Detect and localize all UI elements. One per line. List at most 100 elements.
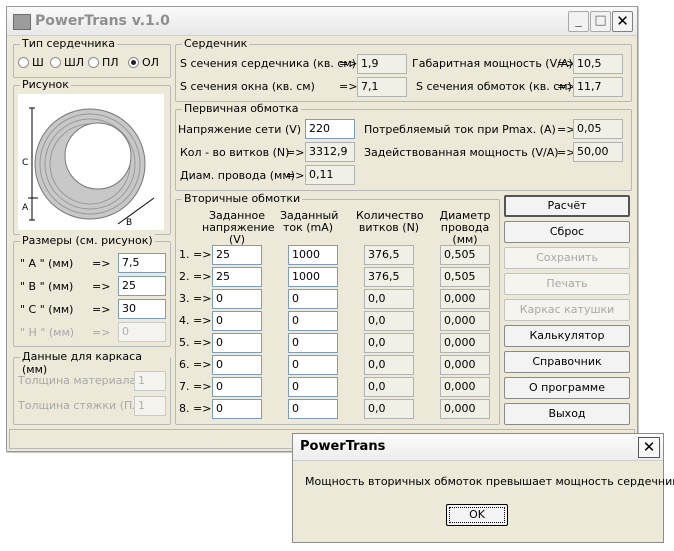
main-window: PowerTrans v.1.0 _ □ ✕ Тип сердечника Ш … (6, 6, 638, 452)
tie-thickness-input[interactable]: 1 (134, 396, 166, 416)
used-power-output: 50,00 (573, 142, 623, 162)
secondary-windings-group: Вторичные обмотки Заданное напряжение (V… (175, 192, 500, 425)
primary-winding-title: Первичная обмотка (182, 102, 301, 115)
core-type-group: Тип сердечника Ш ШЛ ПЛ ОЛ (13, 37, 171, 78)
row-5-diameter-output: 0,000 (440, 333, 490, 353)
radio-ol[interactable] (128, 57, 139, 68)
dimension-a-label: А (22, 203, 29, 213)
row-6-diameter-output: 0,000 (440, 355, 490, 375)
core-section-label: S сечения сердечника (кв. см) (180, 57, 356, 70)
dimensions-group: Размеры (см. рисунок) " А " (мм) => 7,5 … (13, 234, 171, 347)
dim-h-label: " Н " (мм) (20, 326, 75, 339)
maximize-button[interactable]: □ (590, 11, 611, 32)
row-6-number: 6. => (179, 358, 212, 371)
material-thickness-label: Толщина материала (18, 374, 137, 387)
reset-button[interactable]: Сброс (504, 221, 630, 243)
window-section-arrow: => (339, 80, 358, 93)
radio-ol-label: ОЛ (142, 56, 159, 69)
row-4-turns-output: 0,0 (364, 311, 414, 331)
primary-turns-arrow: => (286, 146, 305, 159)
radio-sh[interactable] (18, 57, 29, 68)
radio-shl[interactable] (50, 57, 61, 68)
window-title: PowerTrans v.1.0 (35, 13, 170, 29)
dimension-c-label: С (22, 158, 29, 168)
reference-button[interactable]: Справочник (504, 351, 630, 373)
bobbin-button[interactable]: Каркас катушки (504, 299, 630, 321)
core-group: Сердечник S сечения сердечника (кв. см) … (175, 37, 632, 102)
dim-h-arrow: => (92, 326, 111, 339)
dimensions-title: Размеры (см. рисунок) (20, 234, 155, 247)
row-8-diameter-output: 0,000 (440, 399, 490, 419)
row-4-diameter-output: 0,000 (440, 311, 490, 331)
dim-a-input[interactable]: 7,5 (118, 253, 166, 273)
title-bar[interactable]: PowerTrans v.1.0 _ □ ✕ (7, 7, 637, 36)
close-icon: ✕ (616, 12, 629, 30)
row-3-diameter-output: 0,000 (440, 289, 490, 309)
row-5-current-input[interactable]: 0 (288, 333, 338, 353)
core-type-title: Тип сердечника (20, 37, 117, 50)
row-6-current-input[interactable]: 0 (288, 355, 338, 375)
secondary-windings-title: Вторичные обмотки (182, 192, 303, 205)
window-section-label: S сечения окна (кв. см) (180, 80, 315, 93)
dim-b-arrow: => (92, 280, 111, 293)
minimize-button[interactable]: _ (568, 11, 589, 32)
windings-section-output: 11,7 (573, 77, 623, 97)
row-7-voltage-input[interactable]: 0 (212, 377, 262, 397)
primary-wire-arrow: => (286, 169, 305, 182)
calculator-button[interactable]: Калькулятор (504, 325, 630, 347)
dim-c-input[interactable]: 30 (118, 299, 166, 319)
radio-pl[interactable] (88, 57, 99, 68)
windings-section-label: S сечения обмоток (кв. см) (416, 80, 572, 93)
row-8-voltage-input[interactable]: 0 (212, 399, 262, 419)
row-5-turns-output: 0,0 (364, 333, 414, 353)
dialog-close-button[interactable]: ✕ (638, 437, 660, 458)
row-7-current-input[interactable]: 0 (288, 377, 338, 397)
radio-shl-label: ШЛ (64, 56, 85, 69)
core-title: Сердечник (182, 37, 250, 50)
row-4-voltage-input[interactable]: 0 (212, 311, 262, 331)
core-section-arrow: => (339, 57, 358, 70)
row-5-voltage-input[interactable]: 0 (212, 333, 262, 353)
dim-b-label: " В " (мм) (20, 280, 74, 293)
radio-sh-label: Ш (32, 56, 44, 69)
row-8-current-input[interactable]: 0 (288, 399, 338, 419)
row-4-current-input[interactable]: 0 (288, 311, 338, 331)
dim-a-arrow: => (92, 257, 111, 270)
overall-power-label: Габаритная мощность (V/A) (412, 57, 573, 70)
row-3-current-input[interactable]: 0 (288, 289, 338, 309)
row-2-number: 2. => (179, 270, 212, 283)
close-icon: ✕ (642, 438, 656, 456)
exit-button[interactable]: Выход (504, 403, 630, 425)
minimize-icon: _ (575, 13, 582, 28)
about-button[interactable]: О программе (504, 377, 630, 399)
dialog-title-bar[interactable]: PowerTrans ✕ (293, 434, 663, 461)
save-button[interactable]: Сохранить (504, 247, 630, 269)
dim-h-input[interactable]: 0 (118, 322, 166, 342)
row-1-current-input[interactable]: 1000 (288, 245, 338, 265)
dim-c-arrow: => (92, 303, 111, 316)
row-3-voltage-input[interactable]: 0 (212, 289, 262, 309)
row-6-turns-output: 0,0 (364, 355, 414, 375)
dialog-ok-button[interactable]: OK (446, 504, 508, 526)
drawing-title: Рисунок (20, 78, 71, 91)
row-1-voltage-input[interactable]: 25 (212, 245, 262, 265)
row-5-number: 5. => (179, 336, 212, 349)
row-6-voltage-input[interactable]: 0 (212, 355, 262, 375)
used-power-label: Задействованная мощность (V/A) (364, 146, 559, 159)
close-button[interactable]: ✕ (612, 11, 633, 32)
mains-voltage-label: Напряжение сети (V) => (178, 123, 323, 136)
primary-turns-label: Кол - во витков (N) (180, 146, 290, 159)
material-thickness-input[interactable]: 1 (134, 371, 166, 391)
row-4-number: 4. => (179, 314, 212, 327)
dim-b-input[interactable]: 25 (118, 276, 166, 296)
calculate-button[interactable]: Расчёт (504, 195, 630, 217)
tie-thickness-label: Толщина стяжки (ПЛ) (18, 399, 145, 412)
row-2-current-input[interactable]: 1000 (288, 267, 338, 287)
mains-voltage-input[interactable]: 220 (305, 119, 355, 139)
drawing-group: Рисунок С А В (13, 78, 171, 235)
overall-power-output: 10,5 (573, 54, 623, 74)
row-2-voltage-input[interactable]: 25 (212, 267, 262, 287)
primary-wire-label: Диам. провода (мм) (180, 169, 295, 182)
print-button[interactable]: Печать (504, 273, 630, 295)
header-turns: Количество витков (N) (356, 209, 424, 234)
